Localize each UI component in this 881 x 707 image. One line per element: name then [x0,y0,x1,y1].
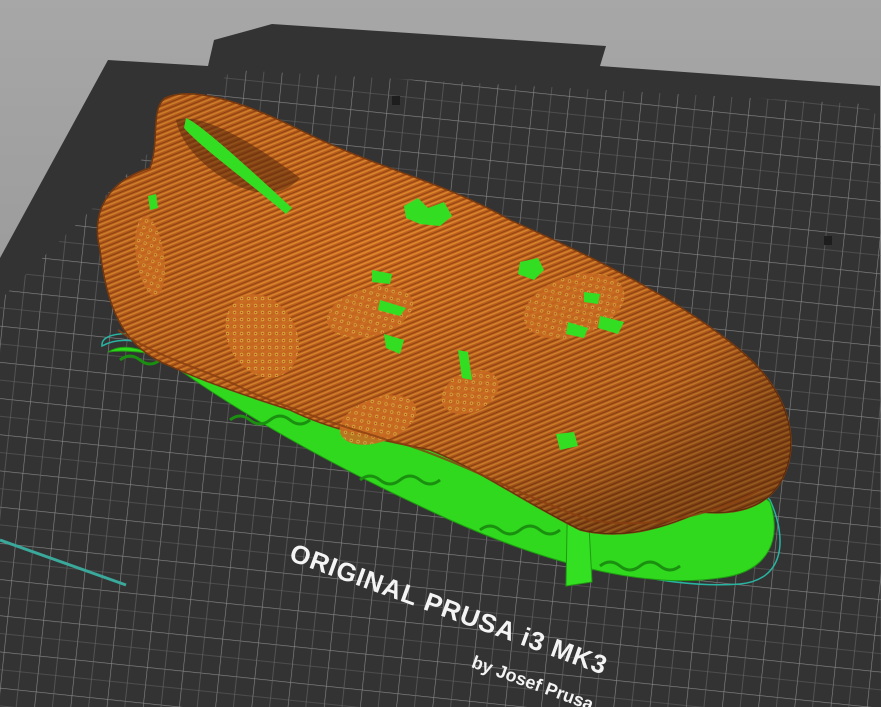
bed-notch-right [824,236,832,245]
preview-scene[interactable]: ORIGINAL PRUSA i3 MK3 by Josef Prusa [0,0,881,707]
support-patch [584,292,600,304]
bed-notch-left [392,96,400,105]
3d-viewport[interactable]: ORIGINAL PRUSA i3 MK3 by Josef Prusa [0,0,881,707]
